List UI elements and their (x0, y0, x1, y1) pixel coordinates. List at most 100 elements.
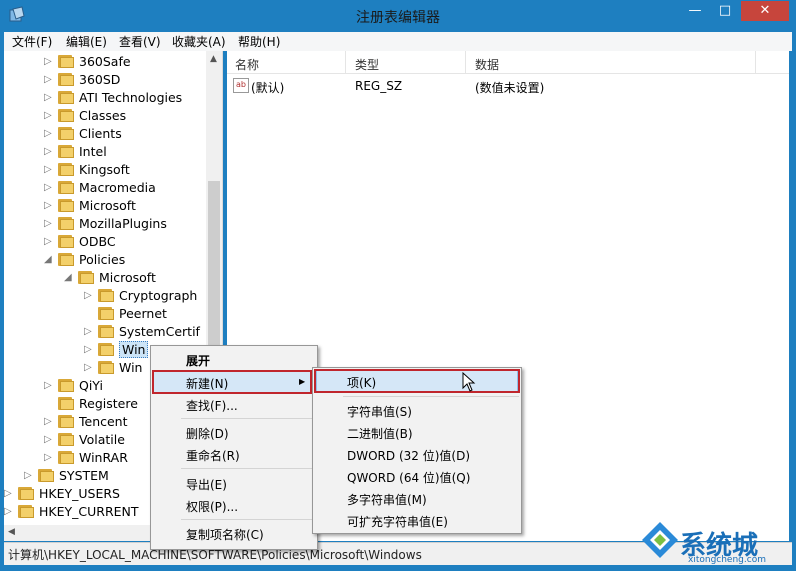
ctx-item-rename[interactable]: 重命名(R) (151, 443, 317, 465)
tree-node[interactable]: ◢ Microsoft (4, 269, 204, 287)
expand-arrow-icon[interactable]: ▷ (44, 449, 54, 467)
ctx-item-export[interactable]: 导出(E) (151, 472, 317, 494)
collapse-arrow-icon[interactable]: ◢ (64, 269, 74, 287)
mouse-cursor-icon (462, 372, 476, 392)
submenu-item-binary[interactable]: 二进制值(B) (313, 421, 521, 443)
tree-node-label: SYSTEM (59, 468, 109, 483)
menu-edit[interactable]: 编辑(E) (66, 33, 107, 50)
submenu-item-key[interactable]: 项(K) (313, 370, 521, 392)
submenu-item-string[interactable]: 字符串值(S) (313, 399, 521, 421)
menu-help[interactable]: 帮助(H) (238, 33, 280, 50)
ctx-item-permissions[interactable]: 权限(P)... (151, 494, 317, 516)
scroll-up-icon[interactable]: ▲ (210, 54, 217, 64)
expand-arrow-icon[interactable]: ▷ (44, 377, 54, 395)
tree-node[interactable]: ▷ SystemCertif (4, 323, 204, 341)
submenu-item-expandable-string[interactable]: 可扩充字符串值(E) (313, 509, 521, 531)
expand-arrow-icon[interactable]: ▷ (84, 359, 94, 377)
expand-arrow-icon[interactable]: ▷ (44, 179, 54, 197)
tree-node-label: Kingsoft (79, 162, 130, 177)
expand-arrow-icon[interactable]: ▷ (44, 431, 54, 449)
tree-node[interactable]: ▷ MozillaPlugins (4, 215, 204, 233)
submenu-label: 二进制值(B) (347, 427, 413, 441)
tree-node-label: WinRAR (79, 450, 128, 465)
expand-arrow-icon[interactable]: ▷ (44, 89, 54, 107)
tree-node[interactable]: ▷ Classes (4, 107, 204, 125)
folder-icon (98, 289, 114, 302)
column-separator[interactable] (345, 51, 346, 73)
scroll-left-icon[interactable]: ◀ (8, 527, 15, 537)
submenu-item-qword[interactable]: QWORD (64 位)值(Q) (313, 465, 521, 487)
expand-arrow-icon[interactable]: ▷ (44, 71, 54, 89)
menu-view[interactable]: 查看(V) (119, 33, 161, 50)
expand-arrow-icon[interactable]: ▷ (4, 485, 14, 503)
tree-node[interactable]: ▷ Intel (4, 143, 204, 161)
expand-arrow-icon[interactable]: ▷ (4, 503, 14, 521)
submenu-label: 多字符串值(M) (347, 493, 427, 507)
ctx-item-find[interactable]: 查找(F)... (151, 393, 317, 415)
ctx-label: 复制项名称(C) (186, 528, 264, 542)
tree-node[interactable]: ▷ Microsoft (4, 197, 204, 215)
collapse-arrow-icon[interactable]: ◢ (44, 251, 54, 269)
expand-arrow-icon[interactable]: ▷ (84, 341, 94, 359)
ctx-item-new[interactable]: 新建(N) ▶ (151, 371, 317, 393)
folder-icon (58, 433, 74, 446)
submenu-item-multi-string[interactable]: 多字符串值(M) (313, 487, 521, 509)
table-row[interactable]: ab (默认) REG_SZ (数值未设置) (227, 77, 789, 95)
tree-node-label: Cryptograph (119, 288, 198, 303)
expand-arrow-icon[interactable]: ▷ (44, 107, 54, 125)
tree-node[interactable]: ▷ Macromedia (4, 179, 204, 197)
minimize-button[interactable]: — (680, 1, 710, 21)
tree-node-label: ODBC (79, 234, 116, 249)
menu-favorites[interactable]: 收藏夹(A) (172, 33, 226, 50)
ctx-item-expand[interactable]: 展开 (151, 348, 317, 370)
tree-node[interactable]: ▷ Kingsoft (4, 161, 204, 179)
tree-node[interactable]: Peernet (4, 305, 204, 323)
expand-arrow-icon[interactable]: ▷ (44, 215, 54, 233)
expand-arrow-icon[interactable]: ▷ (44, 197, 54, 215)
expand-arrow-icon[interactable]: ▷ (84, 323, 94, 341)
value-data: (数值未设置) (475, 81, 545, 95)
folder-icon (58, 217, 74, 230)
submenu-item-dword[interactable]: DWORD (32 位)值(D) (313, 443, 521, 465)
ctx-label: 权限(P)... (186, 500, 239, 514)
close-button[interactable]: ✕ (741, 1, 789, 21)
ctx-item-delete[interactable]: 删除(D) (151, 421, 317, 443)
tree-node[interactable]: ▷ ATI Technologies (4, 89, 204, 107)
folder-icon (58, 55, 74, 68)
column-header-name[interactable]: 名称 (235, 56, 259, 73)
menu-separator (181, 468, 313, 469)
expand-arrow-icon[interactable]: ▷ (44, 125, 54, 143)
tree-node[interactable]: ▷ 360SD (4, 71, 204, 89)
tree-node[interactable]: ▷ ODBC (4, 233, 204, 251)
column-header-data[interactable]: 数据 (475, 56, 499, 73)
submenu-label: 字符串值(S) (347, 405, 412, 419)
tree-node[interactable]: ◢ Policies (4, 251, 204, 269)
expand-arrow-icon[interactable]: ▷ (44, 143, 54, 161)
folder-icon (58, 91, 74, 104)
folder-icon (58, 379, 74, 392)
header-divider (227, 73, 789, 74)
column-separator[interactable] (755, 51, 756, 73)
tree-node-label: Classes (79, 108, 127, 123)
folder-icon (58, 109, 74, 122)
tree-node-label: Policies (79, 252, 126, 267)
folder-icon (58, 397, 74, 410)
tree-node[interactable]: ▷ Cryptograph (4, 287, 204, 305)
expand-arrow-icon[interactable]: ▷ (44, 161, 54, 179)
title-bar[interactable]: 注册表编辑器 — □ ✕ (0, 0, 796, 32)
expand-arrow-icon[interactable]: ▷ (44, 413, 54, 431)
tree-node[interactable]: ▷ Clients (4, 125, 204, 143)
expand-arrow-icon[interactable]: ▷ (24, 467, 34, 485)
value-type: REG_SZ (355, 79, 403, 93)
expand-arrow-icon[interactable]: ▷ (84, 287, 94, 305)
ctx-item-copy-key-name[interactable]: 复制项名称(C) (151, 522, 317, 544)
tree-node[interactable]: ▷ 360Safe (4, 53, 204, 71)
window-title: 注册表编辑器 (356, 10, 440, 26)
expand-arrow-icon[interactable]: ▷ (44, 53, 54, 71)
menu-file[interactable]: 文件(F) (12, 33, 52, 50)
expand-arrow-icon[interactable]: ▷ (44, 233, 54, 251)
column-header-type[interactable]: 类型 (355, 56, 379, 73)
maximize-button[interactable]: □ (710, 1, 740, 21)
column-separator[interactable] (465, 51, 466, 73)
folder-icon (58, 253, 74, 266)
